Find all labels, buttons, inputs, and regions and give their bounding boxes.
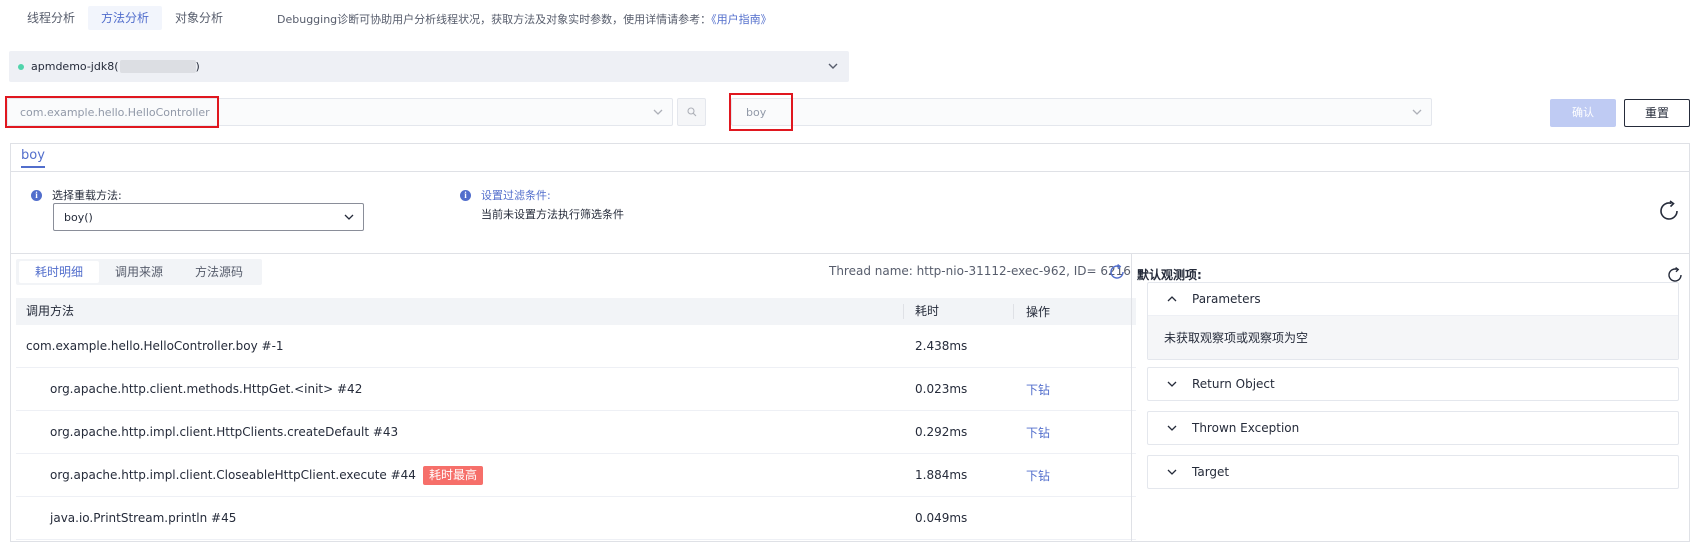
overload-value: boy(): [64, 211, 93, 224]
time-cell: 1.884ms: [915, 468, 968, 482]
chevron-down-icon: [653, 109, 663, 115]
observe-item-header[interactable]: Target: [1148, 456, 1678, 488]
divider: [11, 253, 1689, 254]
tab-method-boy[interactable]: boy: [21, 148, 45, 168]
confirm-button[interactable]: 确认: [1550, 99, 1616, 127]
observe-item-label: Return Object: [1192, 377, 1275, 391]
observe-item-label: Parameters: [1192, 292, 1261, 306]
observe-item-header[interactable]: Thrown Exception: [1148, 412, 1678, 444]
observe-item-return-object: Return Object: [1147, 367, 1679, 401]
action-cell: 下钻: [1014, 381, 1136, 398]
info-icon: i: [31, 189, 42, 201]
observe-item-parameters: Parameters 未获取观察项或观察项为空: [1147, 282, 1679, 360]
overload-label: i 选择重载方法:: [31, 187, 122, 203]
detail-tabs: 耗时明细 调用来源 方法源码: [16, 259, 263, 285]
time-cell: 0.023ms: [915, 382, 968, 396]
overload-method-select[interactable]: boy(): [53, 203, 364, 231]
table-header: 调用方法 耗时 操作: [16, 298, 1136, 325]
app-instance-select[interactable]: apmdemo-jdk8(): [9, 51, 849, 82]
filter-description: 当前未设置方法执行筛选条件: [481, 208, 624, 221]
method-name: org.apache.http.impl.client.CloseableHtt…: [50, 468, 416, 482]
chevron-down-icon: [1412, 109, 1422, 115]
observe-item-body: 未获取观察项或观察项为空: [1148, 315, 1678, 359]
table-row: org.apache.http.impl.client.HttpClients.…: [16, 411, 1136, 454]
observe-item-header[interactable]: Return Object: [1148, 368, 1678, 400]
method-name: java.io.PrintStream.println #45: [50, 511, 237, 525]
class-select[interactable]: com.example.hello.HelloController: [7, 98, 673, 126]
description-text: Debugging诊断可协助用户分析线程状况，获取方法及对象实时参数，使用详情请…: [277, 13, 712, 26]
drill-down-link[interactable]: 下钻: [1026, 426, 1050, 440]
observe-title: 默认观测项:: [1137, 268, 1202, 282]
observe-item-thrown-exception: Thrown Exception: [1147, 411, 1679, 445]
filter-conditions: i 设置过滤条件: 当前未设置方法执行筛选条件: [460, 187, 624, 222]
method-value: boy: [746, 106, 767, 119]
redacted-id: [119, 60, 196, 74]
tab-method-source[interactable]: 方法源码: [179, 261, 259, 283]
tab-thread-analysis[interactable]: 线程分析: [14, 6, 88, 30]
method-cell: org.apache.http.client.methods.HttpGet.<…: [16, 382, 904, 396]
method-cell: com.example.hello.HelloController.boy #-…: [16, 339, 904, 353]
observe-item-label: Thrown Exception: [1192, 421, 1300, 435]
drill-down-link[interactable]: 下钻: [1026, 383, 1050, 397]
table-row: com.example.hello.HelloController.boy #-…: [16, 325, 1136, 368]
method-name: org.apache.http.impl.client.HttpClients.…: [50, 425, 399, 439]
table-row: org.apache.http.client.methods.HttpGet.<…: [16, 368, 1136, 411]
table-row: org.apache.http.impl.client.CloseableHtt…: [16, 454, 1136, 497]
chevron-down-icon: [1167, 425, 1177, 431]
method-analysis-panel: boy i 选择重载方法: boy() i 设置过滤条件: 当前未设置方法执行筛…: [10, 143, 1690, 542]
method-name: com.example.hello.HelloController.boy #-…: [26, 339, 284, 353]
tab-method-analysis[interactable]: 方法分析: [88, 6, 163, 30]
method-cell: org.apache.http.impl.client.HttpClients.…: [16, 425, 904, 439]
divider: [11, 171, 1689, 172]
column-header-action: 操作: [1026, 305, 1051, 319]
action-cell: 下钻: [1014, 467, 1136, 484]
analysis-tabs: 线程分析 方法分析 对象分析: [14, 6, 236, 30]
chevron-down-icon: [1167, 469, 1177, 475]
drill-down-link[interactable]: 下钻: [1026, 469, 1050, 483]
time-cell: 0.292ms: [915, 425, 968, 439]
tab-object-analysis[interactable]: 对象分析: [162, 6, 236, 30]
refresh-icon[interactable]: [1108, 263, 1126, 281]
tab-call-source[interactable]: 调用来源: [99, 261, 179, 283]
app-suffix: ): [195, 59, 200, 73]
class-value: com.example.hello.HelloController: [20, 106, 210, 119]
column-header-time: 耗时: [904, 304, 1014, 319]
column-header-method: 调用方法: [16, 304, 904, 319]
filter-title-text: 设置过滤条件:: [481, 189, 551, 202]
table-row: java.io.PrintStream.println #45 0.049ms: [16, 497, 1136, 540]
refresh-icon[interactable]: [1657, 199, 1681, 223]
chevron-up-icon: [1167, 296, 1177, 302]
search-icon: [686, 107, 696, 117]
method-select[interactable]: boy: [731, 98, 1432, 126]
overload-label-text: 选择重载方法:: [52, 189, 122, 202]
method-cell: org.apache.http.impl.client.CloseableHtt…: [16, 465, 904, 485]
chevron-down-icon: [344, 214, 354, 220]
chevron-down-icon: [828, 63, 838, 69]
set-filter-link[interactable]: i 设置过滤条件:: [460, 187, 624, 203]
action-cell: 下钻: [1014, 424, 1136, 441]
app-name: apmdemo-jdk8(: [31, 59, 119, 73]
observe-item-target: Target: [1147, 455, 1679, 489]
highest-time-badge: 耗时最高: [422, 465, 483, 485]
info-icon: i: [460, 189, 471, 201]
time-cell: 2.438ms: [915, 339, 968, 353]
method-name: org.apache.http.client.methods.HttpGet.<…: [50, 382, 363, 396]
user-guide-link[interactable]: 《用户指南》: [711, 13, 772, 26]
chevron-down-icon: [1167, 381, 1177, 387]
method-cell: java.io.PrintStream.println #45: [16, 511, 904, 525]
time-cell: 0.049ms: [915, 511, 968, 525]
class-search-button[interactable]: [677, 98, 706, 126]
tab-time-detail[interactable]: 耗时明细: [19, 261, 100, 283]
status-dot-icon: [18, 63, 24, 70]
time-detail-table: 调用方法 耗时 操作 com.example.hello.HelloContro…: [16, 298, 1136, 540]
thread-info: Thread name: http-nio-31112-exec-962, ID…: [829, 264, 1131, 278]
observe-item-label: Target: [1192, 465, 1230, 479]
reset-button[interactable]: 重置: [1624, 99, 1690, 127]
page-description: Debugging诊断可协助用户分析线程状况，获取方法及对象实时参数，使用详情请…: [277, 11, 772, 27]
app-instance-label: apmdemo-jdk8(): [31, 60, 200, 74]
observe-item-header[interactable]: Parameters: [1148, 283, 1678, 315]
divider: [1131, 254, 1132, 542]
